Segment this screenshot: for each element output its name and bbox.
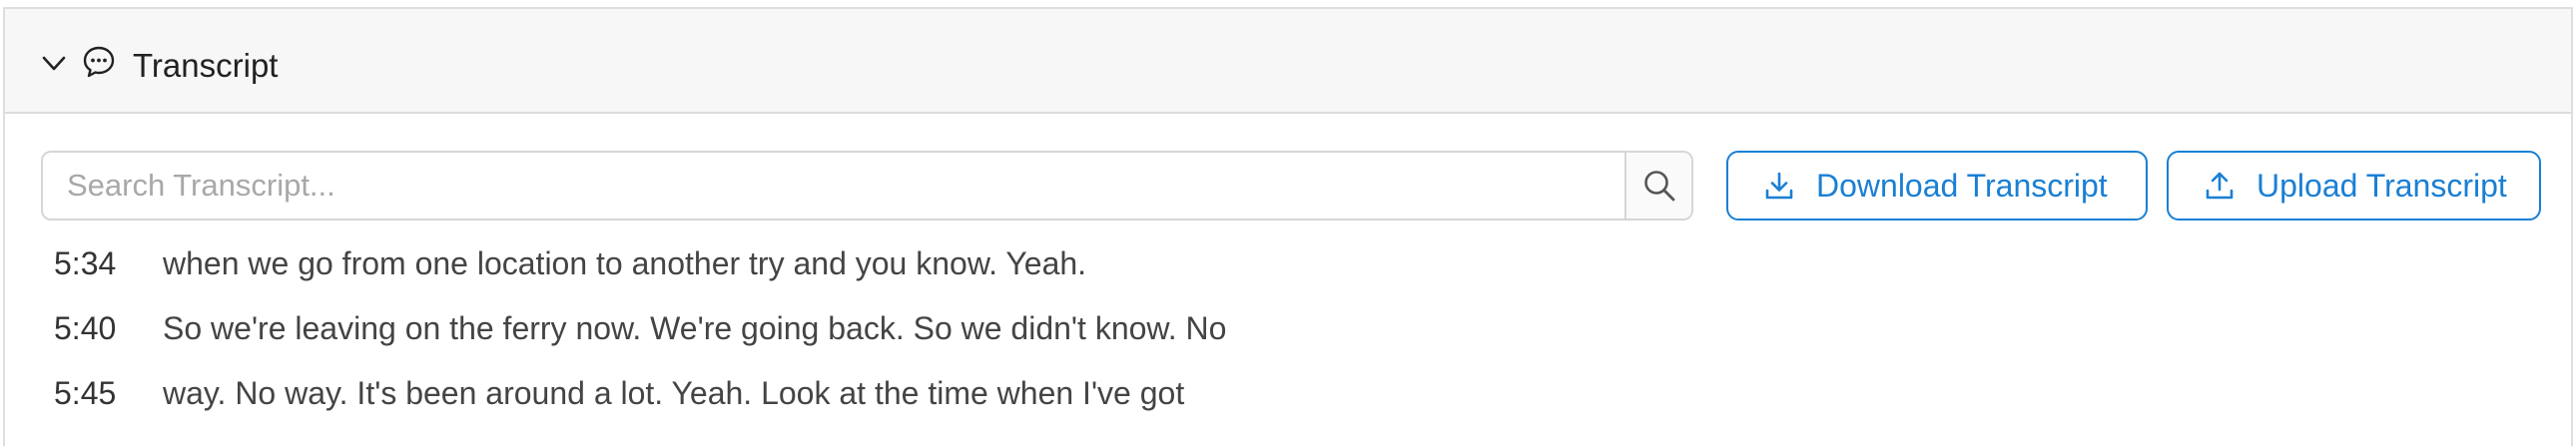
download-button-label: Download Transcript [1816,167,2108,204]
transcript-text: way. No way. It's been around a lot. Yea… [163,375,1185,411]
transcript-text: So we're leaving on the ferry now. We're… [163,310,1227,346]
download-transcript-button[interactable]: Download Transcript [1726,151,2148,221]
download-icon [1765,172,1793,200]
upload-transcript-button[interactable]: Upload Transcript [2167,151,2541,221]
search-input[interactable] [43,153,1626,219]
chevron-down-icon[interactable] [41,53,67,75]
search-icon [1643,171,1674,202]
search-button[interactable] [1624,153,1691,219]
chat-bubble-icon [83,46,115,78]
panel-title: Transcript [133,47,279,84]
transcript-header[interactable]: Transcript [5,9,2571,114]
timestamp[interactable]: 5:45 [54,373,144,413]
timestamp[interactable]: 5:34 [54,243,144,283]
search-box [41,151,1693,221]
timestamp[interactable]: 5:40 [54,308,144,348]
transcript-text: when we go from one location to another … [163,245,1087,281]
upload-icon [2206,172,2234,200]
transcript-panel: Transcript Download Transcript Upload Tr… [3,7,2573,446]
upload-button-label: Upload Transcript [2256,167,2507,204]
